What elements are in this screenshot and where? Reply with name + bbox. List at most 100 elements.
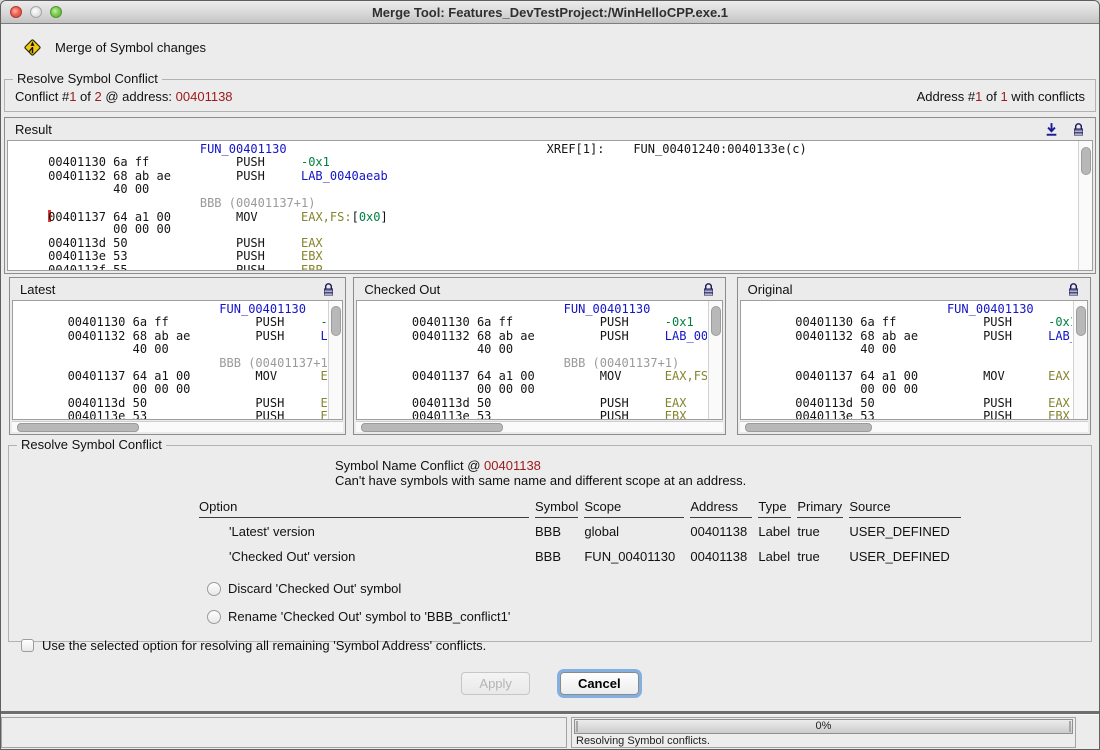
cell-option: 'Latest' version	[199, 518, 529, 543]
listing-line: 00401137 64 a1 00 MOV EAX,FS:[0x0]	[361, 370, 706, 383]
checked-out-panel: Checked Out FUN_00401130 00401130 6a ff …	[353, 277, 725, 435]
use-for-all-checkbox-row[interactable]: Use the selected option for resolving al…	[21, 638, 1091, 653]
listing-line: BBB (00401137+1)	[17, 357, 327, 370]
address-counter-text: of	[982, 89, 1000, 104]
download-icon[interactable]	[1044, 122, 1059, 137]
conflict-total: 2	[95, 89, 102, 104]
cell-primary: true	[797, 543, 843, 568]
listing-line: FUN_00401130	[361, 303, 706, 316]
status-bar-area: 0% Resolving Symbol conflicts.	[1, 711, 1099, 749]
listing-line: 40 00	[361, 343, 706, 356]
listing-line: 00401130 6a ff PUSH -0x1	[745, 316, 1072, 329]
conflict-subheading: Can't have symbols with same name and di…	[335, 473, 1091, 488]
radio-rename-input[interactable]	[207, 610, 221, 624]
version-panels-row: Latest FUN_00401130 00401130 6a ff PUSH …	[1, 277, 1099, 435]
progress-message: Resolving Symbol conflicts.	[574, 734, 1073, 747]
radio-rename-option[interactable]: Rename 'Checked Out' symbol to 'BBB_conf…	[207, 609, 1091, 624]
col-header-type: Type	[758, 498, 791, 518]
zoom-button[interactable]	[50, 6, 62, 18]
cell-address: 00401138	[690, 518, 752, 543]
listing-line: 00 00 00	[17, 383, 327, 396]
address-total: 1	[1000, 89, 1007, 104]
horizontal-scrollbar[interactable]	[356, 421, 722, 432]
latest-panel-header: Latest	[11, 279, 344, 299]
group-title: Resolve Symbol Conflict	[13, 72, 162, 86]
checked-out-listing[interactable]: FUN_00401130 00401130 6a ff PUSH -0x1 00…	[356, 300, 722, 420]
window-title: Merge Tool: Features_DevTestProject:/Win…	[1, 5, 1099, 20]
radio-discard-input[interactable]	[207, 582, 221, 596]
col-header-source: Source	[849, 498, 961, 518]
listing-line: 0040113d 50 PUSH EAX	[12, 237, 1077, 250]
panel-title: Result	[15, 122, 52, 137]
listing-line: 0040113d 50 PUSH EAX	[361, 397, 706, 410]
window-titlebar: Merge Tool: Features_DevTestProject:/Win…	[1, 1, 1099, 24]
listing-line: 00401130 6a ff PUSH -0x1	[17, 316, 327, 329]
listing-line: 0040113e 53 PUSH EBX	[17, 410, 327, 419]
result-listing[interactable]: FUN_00401130 XREF[1]: FUN_00401240:00401…	[7, 140, 1093, 271]
cell-option: 'Checked Out' version	[199, 543, 529, 568]
lock-icon[interactable]	[1067, 282, 1080, 297]
traffic-lights	[1, 6, 62, 18]
address-counter-text: Address #	[917, 89, 976, 104]
original-panel: Original FUN_00401130 00401130 6a ff PUS…	[737, 277, 1091, 435]
table-header-row: Option Symbol Scope Address Type Primary…	[199, 498, 961, 518]
listing-line: 40 00	[745, 343, 1072, 356]
lock-icon[interactable]	[322, 282, 335, 297]
latest-listing[interactable]: FUN_00401130 00401130 6a ff PUSH -0x1 00…	[12, 300, 343, 420]
status-message-panel	[1, 717, 567, 748]
panel-title: Latest	[20, 282, 55, 297]
conflict-heading-text: Symbol Name Conflict @	[335, 458, 484, 473]
conflict-heading-address: 00401138	[484, 458, 541, 473]
group-title: Resolve Symbol Conflict	[17, 438, 166, 452]
horizontal-scrollbar[interactable]	[740, 421, 1088, 432]
lock-icon[interactable]	[1072, 122, 1085, 137]
result-panel: Result	[4, 117, 1096, 274]
cell-type: Label	[758, 543, 791, 568]
listing-line: BBB (00401137+1)	[361, 357, 706, 370]
progress-bar: 0%	[574, 719, 1073, 734]
original-panel-header: Original	[739, 279, 1089, 299]
table-row-checked-out: 'Checked Out' version BBB FUN_00401130 0…	[199, 543, 961, 568]
cell-symbol: BBB	[535, 518, 578, 543]
latest-panel: Latest FUN_00401130 00401130 6a ff PUSH …	[9, 277, 346, 435]
listing-line: 00401132 68 ab ae PUSH LAB_0040aeab	[17, 330, 327, 343]
use-for-all-checkbox[interactable]	[21, 639, 34, 652]
apply-button[interactable]: Apply	[461, 672, 530, 695]
radio-rename-label: Rename 'Checked Out' symbol to 'BBB_conf…	[228, 609, 510, 624]
banner-label: Merge of Symbol changes	[55, 40, 206, 55]
listing-line: 00401132 68 ab ae PUSH LAB_0040aeab	[12, 170, 1077, 183]
progress-percent: 0%	[816, 720, 832, 732]
panel-title: Original	[748, 282, 793, 297]
progress-panel: 0% Resolving Symbol conflicts.	[571, 717, 1076, 748]
vertical-scrollbar[interactable]	[708, 301, 722, 419]
listing-line: BBB (00401137+1)	[12, 197, 1077, 210]
vertical-scrollbar[interactable]	[1078, 141, 1092, 270]
conflict-counter-text: Conflict #	[15, 89, 69, 104]
listing-line: 00 00 00	[361, 383, 706, 396]
lock-icon[interactable]	[702, 282, 715, 297]
radio-discard-option[interactable]: Discard 'Checked Out' symbol	[207, 581, 1091, 596]
cancel-button[interactable]: Cancel	[560, 672, 639, 695]
col-header-scope: Scope	[584, 498, 684, 518]
conflict-heading: Symbol Name Conflict @ 00401138	[335, 458, 1091, 473]
vertical-scrollbar[interactable]	[328, 301, 342, 419]
cell-address: 00401138	[690, 543, 752, 568]
address-counter-text: with conflicts	[1008, 89, 1085, 104]
listing-line: 0040113d 50 PUSH EAX	[17, 397, 327, 410]
listing-line: 0040113e 53 PUSH EBX	[745, 410, 1072, 419]
cell-type: Label	[758, 518, 791, 543]
symbol-conflict-table: Option Symbol Scope Address Type Primary…	[193, 498, 967, 568]
listing-line: 00401132 68 ab ae PUSH LAB_0040aeab	[361, 330, 706, 343]
minimize-button[interactable]	[30, 6, 42, 18]
radio-discard-label: Discard 'Checked Out' symbol	[228, 581, 401, 596]
original-listing[interactable]: FUN_00401130 00401130 6a ff PUSH -0x1 00…	[740, 300, 1088, 420]
listing-line: 00401130 6a ff PUSH -0x1	[361, 316, 706, 329]
vertical-scrollbar[interactable]	[1073, 301, 1087, 419]
cell-primary: true	[797, 518, 843, 543]
close-button[interactable]	[10, 6, 22, 18]
horizontal-scrollbar[interactable]	[12, 421, 343, 432]
panel-title: Checked Out	[364, 282, 440, 297]
merge-tool-window: Merge Tool: Features_DevTestProject:/Win…	[0, 0, 1100, 750]
cell-scope: global	[584, 518, 684, 543]
conflict-counter: Conflict #1 of 2 @ address: 00401138	[15, 89, 233, 104]
